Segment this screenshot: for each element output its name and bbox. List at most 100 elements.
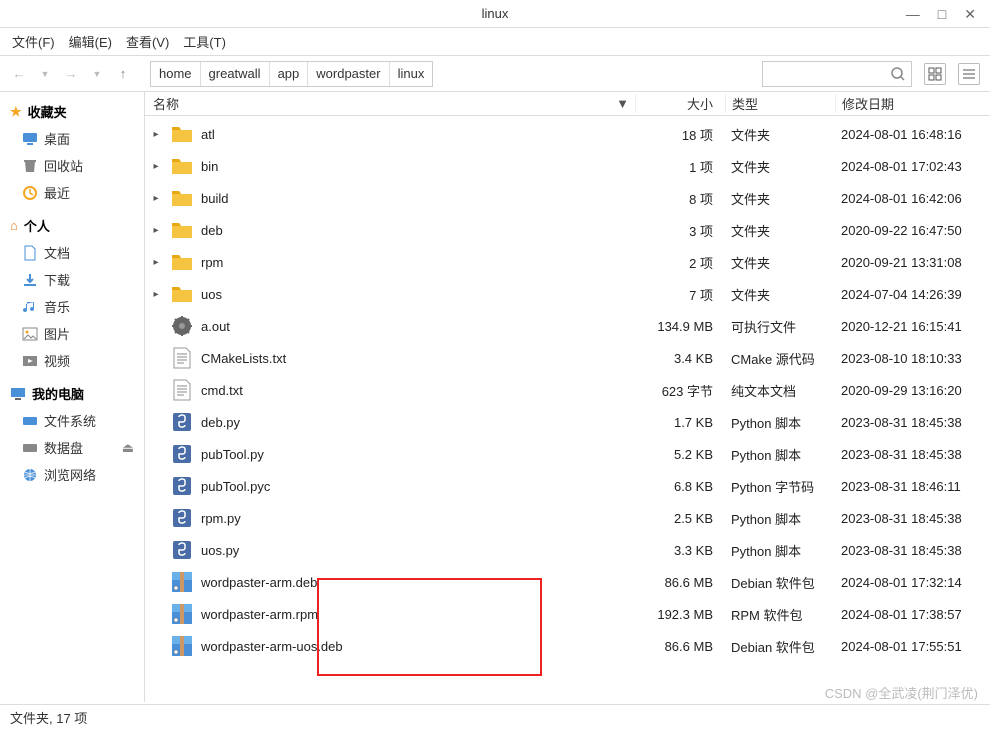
globe-icon — [22, 467, 38, 483]
expand-arrow-icon[interactable]: ▸ — [149, 289, 163, 300]
sidebar-item-label: 音乐 — [44, 297, 70, 316]
folder-icon — [169, 217, 195, 243]
file-row[interactable]: uos.py3.3 KBPython 脚本2023-08-31 18:45:38 — [145, 534, 990, 566]
menu-tools[interactable]: 工具(T) — [183, 32, 226, 51]
nav-back-button[interactable]: ← — [10, 65, 28, 83]
column-header-size[interactable]: 大小 — [635, 94, 725, 113]
breadcrumb-seg-greatwall[interactable]: greatwall — [201, 62, 270, 86]
maximize-button[interactable]: □ — [938, 6, 946, 22]
minimize-button[interactable]: — — [906, 6, 920, 22]
sidebar-item-documents[interactable]: 文档 — [0, 239, 144, 266]
close-button[interactable]: ✕ — [964, 6, 976, 23]
view-list-button[interactable] — [958, 63, 980, 85]
file-row[interactable]: ▸bin1 项文件夹2024-08-01 17:02:43 — [145, 150, 990, 182]
file-row[interactable]: deb.py1.7 KBPython 脚本2023-08-31 18:45:38 — [145, 406, 990, 438]
file-date: 2023-08-31 18:45:38 — [835, 543, 990, 558]
file-type: 文件夹 — [725, 125, 835, 144]
file-size: 3.4 KB — [635, 351, 725, 366]
file-row[interactable]: ▸atl18 项文件夹2024-08-01 16:48:16 — [145, 118, 990, 150]
file-row[interactable]: pubTool.py5.2 KBPython 脚本2023-08-31 18:4… — [145, 438, 990, 470]
column-header-type[interactable]: 类型 — [725, 94, 835, 113]
breadcrumb-seg-wordpaster[interactable]: wordpaster — [308, 62, 389, 86]
nav-forward-dropdown[interactable]: ▼ — [88, 65, 106, 83]
nav-up-button[interactable]: ↑ — [114, 65, 132, 83]
file-row[interactable]: wordpaster-arm.rpm192.3 MBRPM 软件包2024-08… — [145, 598, 990, 630]
sidebar-section-favorites-label: 收藏夹 — [28, 102, 67, 121]
sidebar-section-computer: 我的电脑 — [0, 380, 144, 407]
sidebar-item-label: 文档 — [44, 243, 70, 262]
sidebar-item-network[interactable]: 浏览网络 — [0, 461, 144, 488]
pkg-icon — [169, 569, 195, 595]
download-icon — [22, 272, 38, 288]
sidebar-item-music[interactable]: 音乐 — [0, 293, 144, 320]
file-size: 2.5 KB — [635, 511, 725, 526]
menu-file[interactable]: 文件(F) — [12, 32, 55, 51]
breadcrumb-seg-linux[interactable]: linux — [390, 62, 433, 86]
view-icons-button[interactable] — [924, 63, 946, 85]
sidebar-item-desktop[interactable]: 桌面 — [0, 125, 144, 152]
column-header-name-label: 名称 — [153, 94, 179, 113]
file-row[interactable]: ▸ build 8 项文件夹2024-08-01 16:42:06 — [145, 182, 990, 214]
clock-icon — [22, 185, 38, 201]
sidebar-item-trash[interactable]: 回收站 — [0, 152, 144, 179]
file-rows: ▸atl18 项文件夹2024-08-01 16:48:16▸bin1 项文件夹… — [145, 116, 990, 662]
file-row[interactable]: wordpaster-arm.deb86.6 MBDebian 软件包2024-… — [145, 566, 990, 598]
breadcrumb-seg-app[interactable]: app — [270, 62, 309, 86]
python-icon — [169, 441, 195, 467]
search-icon — [890, 66, 906, 82]
expand-arrow-icon[interactable]: ▸ — [149, 257, 163, 268]
file-type: 可执行文件 — [725, 317, 835, 336]
sidebar-item-pictures[interactable]: 图片 — [0, 320, 144, 347]
expand-arrow-icon[interactable]: ▸ — [149, 193, 163, 204]
sidebar-item-filesystem[interactable]: 文件系统 — [0, 407, 144, 434]
eject-icon[interactable]: ⏏ — [122, 440, 134, 456]
file-size: 86.6 MB — [635, 575, 725, 590]
sidebar-item-videos[interactable]: 视频 — [0, 347, 144, 374]
folder-icon — [169, 249, 195, 275]
music-icon — [22, 299, 38, 315]
text-icon — [169, 377, 195, 403]
file-row[interactable]: ▸uos7 项文件夹2024-07-04 14:26:39 — [145, 278, 990, 310]
file-row[interactable]: rpm.py2.5 KBPython 脚本2023-08-31 18:45:38 — [145, 502, 990, 534]
expand-arrow-icon[interactable]: ▸ — [149, 161, 163, 172]
file-row[interactable]: a.out134.9 MB可执行文件2020-12-21 16:15:41 — [145, 310, 990, 342]
file-name: wordpaster-arm.deb — [201, 575, 317, 590]
menu-edit[interactable]: 编辑(E) — [69, 32, 112, 51]
file-name: rpm.py — [201, 511, 241, 526]
file-type: 文件夹 — [725, 253, 835, 272]
nav-forward-button[interactable]: → — [62, 65, 80, 83]
computer-icon — [10, 386, 26, 402]
statusbar-text: 文件夹, 17 项 — [10, 708, 87, 727]
file-row[interactable]: cmd.txt623 字节纯文本文档2020-09-29 13:16:20 — [145, 374, 990, 406]
file-row[interactable]: pubTool.pyc6.8 KBPython 字节码2023-08-31 18… — [145, 470, 990, 502]
expand-arrow-icon[interactable]: ▸ — [149, 129, 163, 140]
expand-arrow-icon[interactable]: ▸ — [149, 225, 163, 236]
file-type: 文件夹 — [725, 189, 835, 208]
file-size: 8 项 — [635, 189, 725, 208]
file-name: cmd.txt — [201, 383, 243, 398]
statusbar: 文件夹, 17 项 — [0, 704, 990, 730]
column-header-date[interactable]: 修改日期 — [835, 94, 990, 113]
search-input[interactable] — [762, 61, 912, 87]
menu-view[interactable]: 查看(V) — [126, 32, 169, 51]
file-date: 2020-09-22 16:47:50 — [835, 223, 990, 238]
file-name: build — [201, 191, 228, 206]
nav-back-dropdown[interactable]: ▼ — [36, 65, 54, 83]
file-size: 86.6 MB — [635, 639, 725, 654]
sidebar-item-datadisk[interactable]: 数据盘 ⏏ — [0, 434, 144, 461]
file-date: 2024-07-04 14:26:39 — [835, 287, 990, 302]
sidebar-item-recent[interactable]: 最近 — [0, 179, 144, 206]
file-date: 2024-08-01 17:38:57 — [835, 607, 990, 622]
file-type: Debian 软件包 — [725, 637, 835, 656]
file-name: uos.py — [201, 543, 239, 558]
file-row[interactable]: ▸deb3 项文件夹2020-09-22 16:47:50 — [145, 214, 990, 246]
sidebar-item-downloads[interactable]: 下载 — [0, 266, 144, 293]
file-date: 2024-08-01 16:42:06 — [835, 191, 990, 206]
file-row[interactable]: CMakeLists.txt3.4 KBCMake 源代码2023-08-10 … — [145, 342, 990, 374]
grid-icon — [928, 67, 942, 81]
column-header-name[interactable]: 名称 ▼ — [145, 94, 635, 113]
breadcrumb-seg-home[interactable]: home — [151, 62, 201, 86]
sidebar-section-personal-label: 个人 — [24, 216, 50, 235]
file-row[interactable]: wordpaster-arm-uos.deb86.6 MBDebian 软件包2… — [145, 630, 990, 662]
file-row[interactable]: ▸rpm2 项文件夹2020-09-21 13:31:08 — [145, 246, 990, 278]
